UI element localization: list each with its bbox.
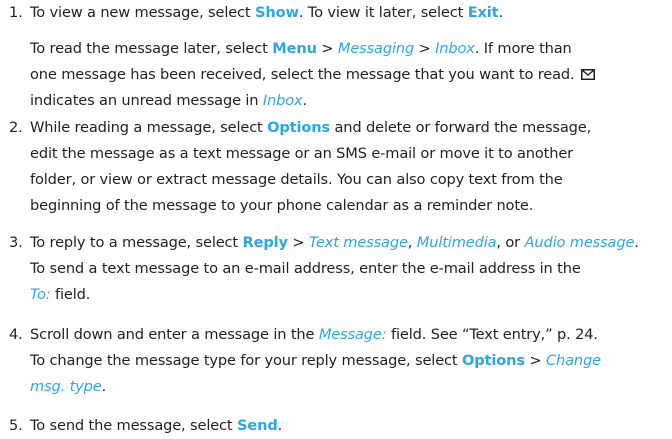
ui-command: Exit bbox=[467, 4, 499, 21]
text-run: . bbox=[634, 234, 639, 251]
text-run: folder, or view or extract message detai… bbox=[30, 171, 563, 188]
text-line: msg. type. bbox=[30, 374, 670, 400]
text-run: > bbox=[316, 40, 338, 57]
text-run: To read the message later, select bbox=[30, 40, 273, 57]
text-run: To reply to a message, select bbox=[30, 234, 243, 251]
text-line: indicates an unread message in Inbox. bbox=[30, 88, 670, 114]
text-line: To read the message later, select Menu >… bbox=[30, 36, 670, 62]
text-line: beginning of the message to your phone c… bbox=[30, 193, 670, 219]
text-line: one message has been received, select th… bbox=[30, 62, 670, 88]
menu-option: Text message bbox=[308, 234, 408, 251]
text-run: Scroll down and enter a message in the bbox=[30, 326, 319, 343]
menu-option: Message: bbox=[318, 326, 387, 343]
step-paragraph-continued: To read the message later, select Menu >… bbox=[30, 36, 670, 114]
text-run: one message has been received, select th… bbox=[30, 66, 579, 83]
ui-command: Reply bbox=[242, 234, 289, 251]
text-run: To change the message type for your repl… bbox=[30, 352, 462, 369]
ui-command: Show bbox=[255, 4, 299, 21]
menu-option: Inbox bbox=[262, 92, 303, 109]
envelope-icon bbox=[580, 69, 595, 80]
step-number: 3. bbox=[9, 234, 23, 251]
menu-option: msg. type bbox=[30, 378, 102, 395]
text-run: . bbox=[498, 4, 503, 21]
ui-command: Send bbox=[237, 417, 278, 434]
step-paragraph: To reply to a message, select Reply > Te… bbox=[30, 230, 670, 308]
text-line: To send a text message to an e-mail addr… bbox=[30, 256, 670, 282]
text-line: To reply to a message, select Reply > Te… bbox=[30, 230, 670, 256]
text-run: . bbox=[302, 92, 308, 109]
text-run: > bbox=[414, 40, 436, 57]
menu-option: Messaging bbox=[337, 40, 415, 57]
menu-option: Inbox bbox=[435, 40, 475, 57]
menu-option: Change bbox=[545, 352, 601, 369]
text-run: and delete or forward the message, bbox=[330, 119, 592, 136]
step-number: 5. bbox=[9, 417, 23, 434]
text-line: To: field. bbox=[30, 282, 670, 308]
text-run: > bbox=[287, 234, 309, 251]
menu-option: Audio message bbox=[524, 234, 635, 251]
text-run: field. See “Text entry,” p. 24. bbox=[386, 326, 598, 343]
text-line: To view a new message, select Show. To v… bbox=[30, 0, 670, 26]
text-run: , or bbox=[496, 234, 525, 251]
text-line: folder, or view or extract message detai… bbox=[30, 167, 670, 193]
text-run: While reading a message, select bbox=[30, 119, 268, 136]
text-run: To send the message, select bbox=[30, 417, 237, 434]
text-run: , bbox=[407, 234, 417, 251]
text-run: . If more than bbox=[474, 40, 572, 57]
manual-page: 1. To view a new message, select Show. T… bbox=[0, 0, 672, 439]
text-run: > bbox=[524, 352, 546, 369]
text-line: While reading a message, select Options … bbox=[30, 115, 670, 141]
text-run: indicates an unread message in bbox=[30, 92, 263, 109]
text-run: To view a new message, select bbox=[30, 4, 255, 21]
text-run: beginning of the message to your phone c… bbox=[30, 197, 534, 214]
step-number: 2. bbox=[9, 119, 23, 136]
text-run: To send a text message to an e-mail addr… bbox=[30, 260, 581, 277]
text-run: . bbox=[101, 378, 107, 395]
text-run: edit the message as a text message or an… bbox=[30, 145, 574, 162]
step-paragraph: To view a new message, select Show. To v… bbox=[30, 0, 670, 26]
ui-command: Menu bbox=[272, 40, 317, 57]
text-line: Scroll down and enter a message in the M… bbox=[30, 322, 670, 348]
step-paragraph: While reading a message, select Options … bbox=[30, 115, 670, 219]
ui-command: Options bbox=[461, 352, 525, 369]
text-run: field. bbox=[50, 286, 91, 303]
menu-option: To: bbox=[30, 286, 51, 303]
step-number: 1. bbox=[9, 4, 23, 21]
text-line: edit the message as a text message or an… bbox=[30, 141, 670, 167]
menu-option: Multimedia bbox=[416, 234, 497, 251]
text-line: To send the message, select Send. bbox=[30, 413, 670, 439]
ui-command: Options bbox=[267, 119, 331, 136]
step-paragraph: To send the message, select Send. bbox=[30, 413, 670, 439]
step-number: 4. bbox=[9, 326, 23, 343]
text-run: . To view it later, select bbox=[298, 4, 468, 21]
text-line: To change the message type for your repl… bbox=[30, 348, 670, 374]
step-paragraph: Scroll down and enter a message in the M… bbox=[30, 322, 670, 400]
text-run: . bbox=[277, 417, 283, 434]
